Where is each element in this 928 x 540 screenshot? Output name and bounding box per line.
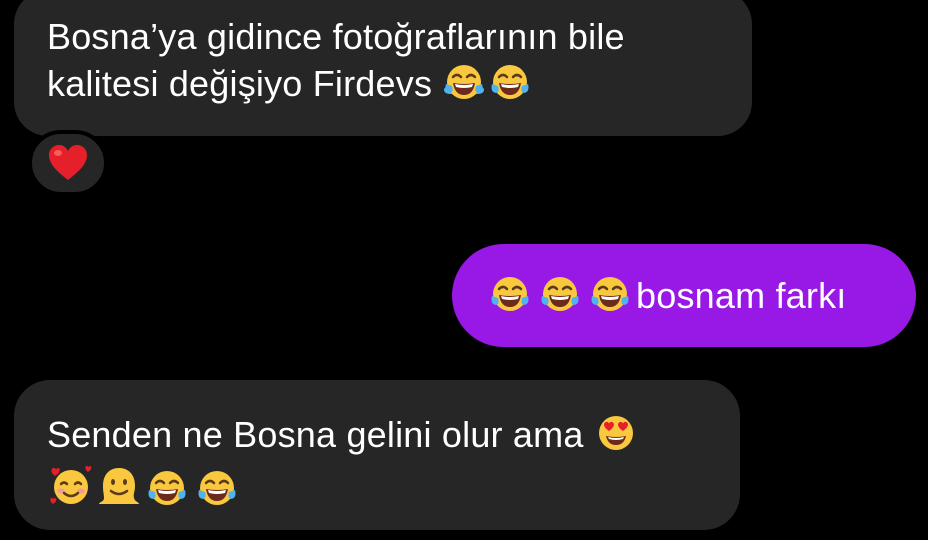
chat-thread: Bosna’ya gidince fotoğraflarının bile ka… xyxy=(0,0,928,540)
face-with-tears-of-joy-icon xyxy=(541,277,579,311)
face-with-tears-of-joy-icon xyxy=(148,471,186,505)
melting-face-icon xyxy=(99,468,139,504)
message-text: bosnam farkı xyxy=(636,275,847,316)
message-text: Senden ne Bosna gelini olur ama xyxy=(47,414,594,455)
outgoing-message-bubble[interactable]: bosnam farkı xyxy=(452,244,916,347)
emoji-run xyxy=(486,274,636,325)
message-text-line xyxy=(47,464,710,519)
face-with-tears-of-joy-icon xyxy=(198,471,236,505)
message-text-line: kalitesi değişiyo Firdevs xyxy=(47,60,722,113)
face-with-tears-of-joy-icon xyxy=(591,277,629,311)
emoji-run xyxy=(47,464,243,519)
emoji-run xyxy=(442,62,534,113)
smiling-face-with-hearts-icon xyxy=(50,466,92,504)
red-heart-icon xyxy=(49,145,87,180)
face-with-tears-of-joy-icon xyxy=(444,65,485,99)
face-with-tears-of-joy-icon xyxy=(491,65,529,99)
message-reaction[interactable] xyxy=(28,130,108,196)
incoming-message-bubble[interactable]: Bosna’ya gidince fotoğraflarının bile ka… xyxy=(14,0,752,136)
face-with-tears-of-joy-icon xyxy=(491,277,529,311)
incoming-message-bubble[interactable]: Senden ne Bosna gelini olur ama xyxy=(14,380,740,530)
message-text-line: Senden ne Bosna gelini olur ama xyxy=(47,411,710,464)
message-text: kalitesi değişiyo Firdevs xyxy=(47,63,443,104)
message-text-line: Bosna’ya gidince fotoğraflarının bile xyxy=(47,16,625,57)
emoji-run xyxy=(594,413,640,464)
heart-eyes-icon xyxy=(598,416,633,450)
